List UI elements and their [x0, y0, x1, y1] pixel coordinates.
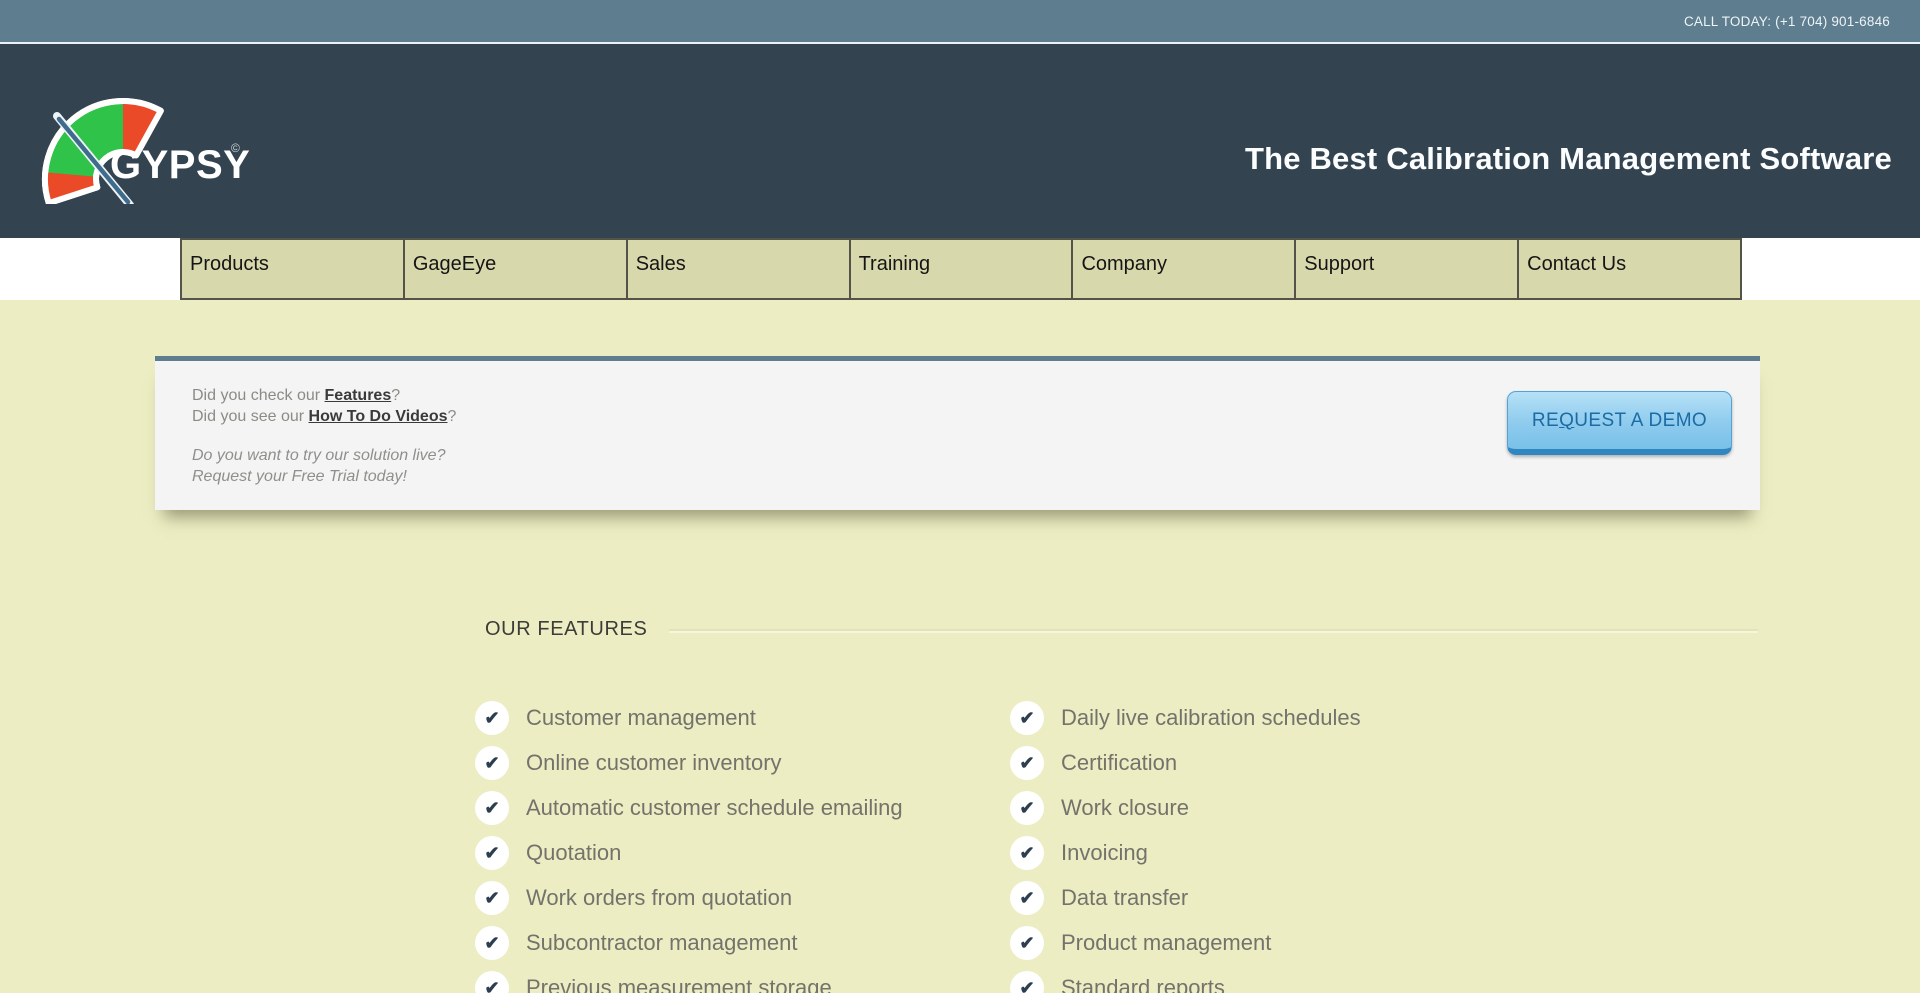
callout-line2-suffix: ?: [447, 408, 456, 425]
callout-line2-prefix: Did you see our: [192, 408, 309, 425]
feature-label: Data transfer: [1061, 885, 1188, 911]
nav-item-training[interactable]: Training: [851, 240, 1074, 298]
feature-label: Automatic customer schedule emailing: [526, 795, 903, 821]
features-link[interactable]: Features: [325, 387, 392, 404]
feature-label: Customer management: [526, 705, 756, 731]
feature-item: ✔ Standard reports: [1010, 971, 1545, 993]
feature-label: Work closure: [1061, 795, 1189, 821]
check-icon: ✔: [475, 881, 509, 915]
heading-divider: [669, 629, 1758, 631]
feature-label: Online customer inventory: [526, 750, 782, 776]
demo-button-label-q: Q: [1559, 410, 1574, 431]
feature-label: Product management: [1061, 930, 1271, 956]
features-grid: ✔ Customer management ✔ Online customer in…: [475, 701, 1920, 993]
features-column-right: ✔ Daily live calibration schedules ✔ Certi…: [1010, 701, 1545, 993]
callout-line1-suffix: ?: [391, 387, 400, 404]
feature-item: ✔ Work orders from quotation: [475, 881, 1010, 915]
nav-list: Products GageEye Sales Training Company …: [180, 238, 1742, 300]
features-header: OUR FEATURES: [485, 618, 1758, 641]
check-icon: ✔: [1010, 701, 1044, 735]
demo-button-label-pre: RE: [1532, 410, 1559, 431]
check-icon: ✔: [475, 926, 509, 960]
check-icon: ✔: [1010, 971, 1044, 993]
feature-label: Quotation: [526, 840, 621, 866]
feature-item: ✔ Online customer inventory: [475, 746, 1010, 780]
check-icon: ✔: [475, 701, 509, 735]
nav-item-support[interactable]: Support: [1296, 240, 1519, 298]
call-today-text: CALL TODAY: (+1 704) 901-6846: [1684, 14, 1890, 29]
callout-line1-prefix: Did you check our: [192, 387, 325, 404]
feature-item: ✔ Customer management: [475, 701, 1010, 735]
check-icon: ✔: [1010, 926, 1044, 960]
main-nav: Products GageEye Sales Training Company …: [0, 238, 1920, 300]
check-icon: ✔: [475, 971, 509, 993]
features-column-left: ✔ Customer management ✔ Online customer in…: [475, 701, 1010, 993]
topbar: CALL TODAY: (+1 704) 901-6846: [0, 0, 1920, 44]
main-content: Did you check our Features? Did you see …: [0, 300, 1920, 993]
feature-item: ✔ Previous measurement storage: [475, 971, 1010, 993]
feature-label: Work orders from quotation: [526, 885, 792, 911]
feature-item: ✔ Data transfer: [1010, 881, 1545, 915]
nav-item-company[interactable]: Company: [1073, 240, 1296, 298]
feature-item: ✔ Work closure: [1010, 791, 1545, 825]
nav-item-sales[interactable]: Sales: [628, 240, 851, 298]
features-heading: OUR FEATURES: [485, 618, 647, 641]
feature-label: Subcontractor management: [526, 930, 798, 956]
request-demo-button[interactable]: REQUEST A DEMO: [1507, 391, 1732, 455]
check-icon: ✔: [475, 791, 509, 825]
check-icon: ✔: [1010, 836, 1044, 870]
feature-item: ✔ Certification: [1010, 746, 1545, 780]
feature-label: Daily live calibration schedules: [1061, 705, 1361, 731]
nav-item-contact-us[interactable]: Contact Us: [1519, 240, 1740, 298]
feature-label: Previous measurement storage: [526, 975, 832, 993]
logo-copyright-mark: ©: [231, 141, 240, 155]
feature-item: ✔ Daily live calibration schedules: [1010, 701, 1545, 735]
tagline: The Best Calibration Management Software: [1245, 141, 1892, 177]
nav-item-products[interactable]: Products: [182, 240, 405, 298]
feature-label: Standard reports: [1061, 975, 1225, 993]
callout-free-trial-text: Request your Free Trial today!: [192, 466, 1760, 487]
feature-item: ✔ Subcontractor management: [475, 926, 1010, 960]
feature-item: ✔ Quotation: [475, 836, 1010, 870]
logo[interactable]: GYPSY ©: [0, 44, 360, 238]
callout-box: Did you check our Features? Did you see …: [155, 356, 1760, 510]
how-to-do-videos-link[interactable]: How To Do Videos: [309, 408, 448, 425]
feature-item: ✔ Invoicing: [1010, 836, 1545, 870]
feature-item: ✔ Product management: [1010, 926, 1545, 960]
check-icon: ✔: [1010, 791, 1044, 825]
check-icon: ✔: [1010, 746, 1044, 780]
feature-label: Certification: [1061, 750, 1177, 776]
site-header: GYPSY © The Best Calibration Management …: [0, 44, 1920, 238]
logo-text: GYPSY: [110, 143, 250, 188]
feature-item: ✔ Automatic customer schedule emailing: [475, 791, 1010, 825]
feature-label: Invoicing: [1061, 840, 1148, 866]
check-icon: ✔: [475, 836, 509, 870]
check-icon: ✔: [1010, 881, 1044, 915]
nav-item-gageeye[interactable]: GageEye: [405, 240, 628, 298]
check-icon: ✔: [475, 746, 509, 780]
demo-button-label-post: UEST A DEMO: [1574, 410, 1707, 431]
